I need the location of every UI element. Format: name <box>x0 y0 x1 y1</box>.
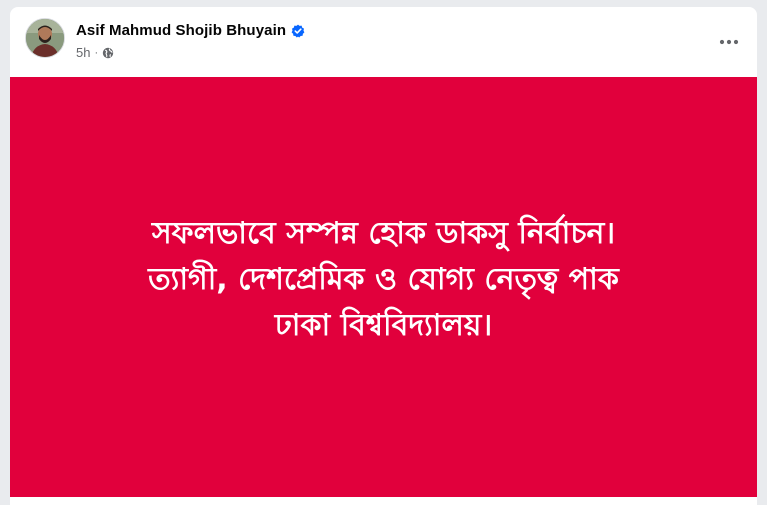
post-text-line: ত্যাগী, দেশপ্রেমিক ও যোগ্য নেতৃত্ব পাক <box>148 262 619 297</box>
author-name[interactable]: Asif Mahmud Shojib Bhuyain <box>76 22 286 39</box>
post-card: Asif Mahmud Shojib Bhuyain 5h · সফলভাবে … <box>10 7 757 505</box>
post-text-line: সফলভাবে সম্পন্ন হোক ডাকসু নির্বাচন। <box>151 216 616 251</box>
author-row: Asif Mahmud Shojib Bhuyain <box>76 22 305 39</box>
post-image[interactable]: সফলভাবে সম্পন্ন হোক ডাকসু নির্বাচন। ত্যা… <box>10 77 757 497</box>
post-timestamp[interactable]: 5h <box>76 45 90 60</box>
globe-icon[interactable] <box>102 47 114 59</box>
more-horizontal-icon <box>719 39 739 45</box>
meta-separator: · <box>94 46 99 59</box>
more-options-button[interactable] <box>711 24 747 60</box>
post-header: Asif Mahmud Shojib Bhuyain 5h · <box>10 7 757 77</box>
verified-badge-icon <box>291 24 305 38</box>
post-meta: 5h · <box>76 45 114 60</box>
author-avatar[interactable] <box>25 18 65 58</box>
post-text-line: ঢাকা বিশ্ববিদ্যালয়। <box>274 308 493 343</box>
post-image-text: সফলভাবে সম্পন্ন হোক ডাকসু নির্বাচন। ত্যা… <box>148 211 619 349</box>
post-footer-strip <box>10 497 757 505</box>
avatar-photo-icon <box>26 19 64 57</box>
